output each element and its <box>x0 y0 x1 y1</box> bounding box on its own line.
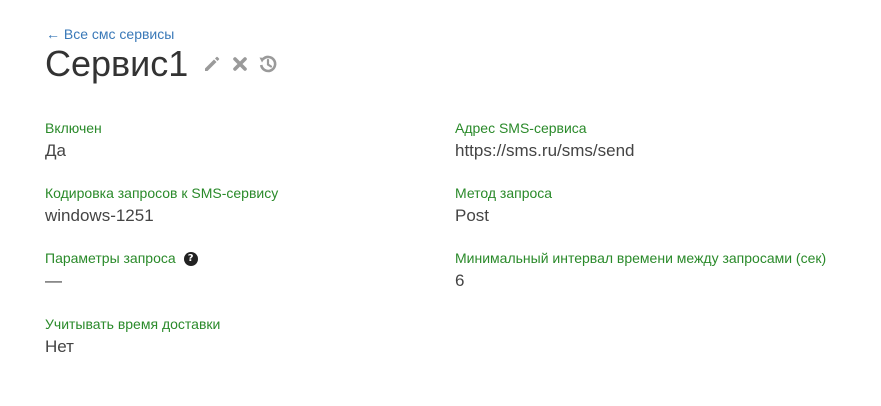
field-min-interval: Минимальный интервал времени между запро… <box>455 250 826 292</box>
field-label: Кодировка запросов к SMS-сервису <box>45 185 279 201</box>
page-title: Сервис1 <box>45 43 189 84</box>
field-value: Post <box>455 206 490 225</box>
edit-icon[interactable] <box>201 53 223 75</box>
delete-icon[interactable] <box>229 53 251 75</box>
field-value: https://sms.ru/sms/send <box>455 141 635 160</box>
field-label: Адрес SMS-сервиса <box>455 120 587 136</box>
field-service-address: Адрес SMS-сервиса https://sms.ru/sms/sen… <box>455 120 635 162</box>
field-request-params: Параметры запроса ? — <box>45 250 198 292</box>
field-enabled: Включен Да <box>45 120 102 162</box>
field-value: Да <box>45 141 66 160</box>
field-value: windows-1251 <box>45 206 154 225</box>
field-label: Минимальный интервал времени между запро… <box>455 250 827 266</box>
field-value: — <box>45 271 62 290</box>
history-icon[interactable] <box>257 53 279 75</box>
field-delivery-time: Учитывать время доставки Нет <box>45 316 220 358</box>
field-label: Параметры запроса <box>45 250 176 266</box>
field-label: Учитывать время доставки <box>45 316 221 332</box>
field-value: Нет <box>45 337 74 356</box>
field-label: Включен <box>45 120 102 136</box>
field-request-method: Метод запроса Post <box>455 185 552 227</box>
field-value: 6 <box>455 271 465 290</box>
question-icon[interactable]: ? <box>183 251 198 266</box>
field-label-row: Параметры запроса ? <box>45 250 198 267</box>
field-encoding: Кодировка запросов к SMS-сервису windows… <box>45 185 278 227</box>
title-row: Сервис1 <box>45 42 279 86</box>
field-label: Метод запроса <box>455 185 553 201</box>
back-to-sms-services-link[interactable]: ← Все смс сервисы <box>46 25 174 43</box>
